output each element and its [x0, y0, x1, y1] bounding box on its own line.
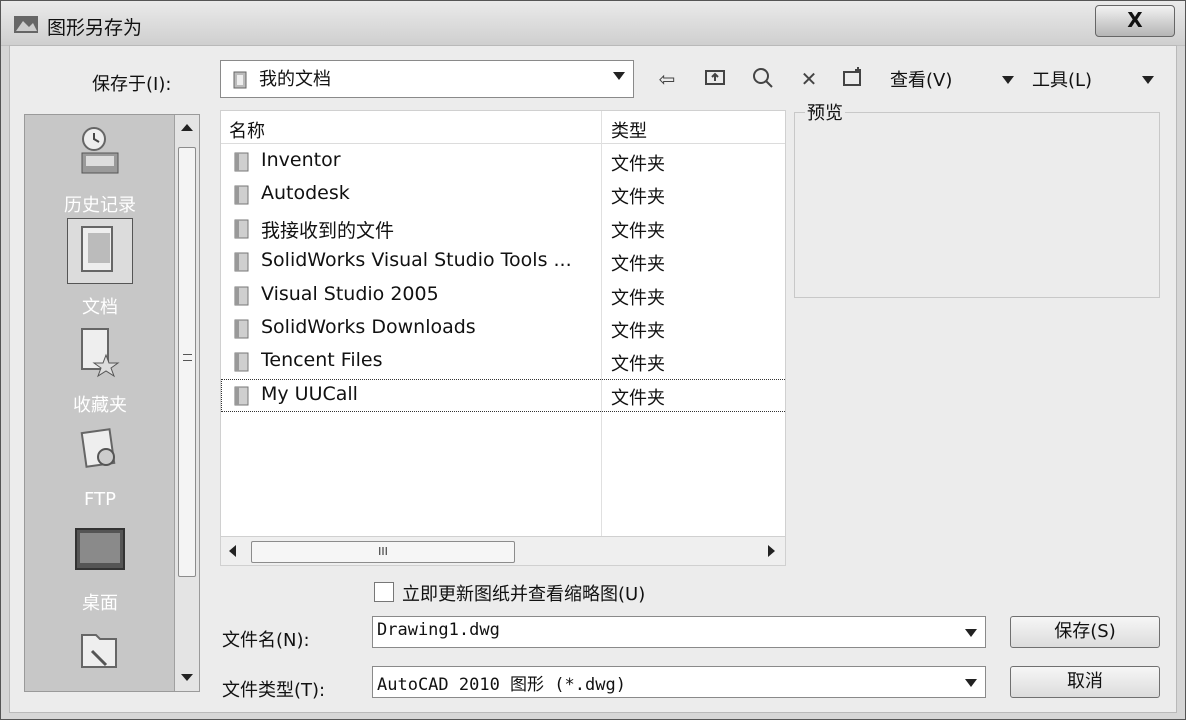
desktop-icon [75, 528, 125, 570]
places-bar: 历史记录 文档 收藏夹 FTP 桌面 [24, 114, 200, 692]
file-name: SolidWorks Downloads [261, 316, 476, 338]
list-item[interactable]: Autodesk 文件夹 [221, 178, 785, 211]
file-type: 文件夹 [611, 387, 665, 409]
place-history[interactable]: 历史记录 [25, 125, 175, 217]
file-name: Autodesk [261, 182, 350, 205]
file-type: 文件夹 [611, 187, 665, 209]
update-thumbnail-label: 立即更新图纸并查看缩略图(U) [402, 584, 646, 605]
file-name: Inventor [261, 149, 341, 171]
file-type: 文件夹 [611, 254, 665, 276]
file-name: SolidWorks Visual Studio Tools ... [261, 249, 572, 272]
file-name: My UUCall [261, 382, 358, 405]
place-ftp[interactable]: FTP [25, 423, 175, 510]
folder-icon [233, 71, 247, 89]
cancel-button[interactable]: 取消 [1010, 666, 1160, 698]
file-type: 文件夹 [611, 354, 665, 376]
scroll-left-icon[interactable] [229, 545, 236, 557]
place-desktop-label: 桌面 [82, 593, 118, 614]
new-folder-icon[interactable] [840, 66, 866, 92]
save-in-value: 我的文档 [259, 69, 331, 90]
places-scroll-thumb[interactable] [178, 147, 196, 577]
file-list-hscrollbar[interactable]: III [220, 536, 786, 566]
list-item[interactable]: Inventor 文件夹 [221, 145, 785, 178]
file-type: 文件夹 [611, 220, 665, 242]
dialog-title: 图形另存为 [47, 17, 143, 39]
folder-icon [234, 185, 249, 205]
filetype-value: AutoCAD 2010 图形 (*.dwg) [377, 675, 626, 695]
filename-chevron-down-icon[interactable] [965, 629, 977, 637]
grip-icon [183, 354, 192, 361]
folder-icon [234, 152, 249, 172]
update-thumbnail-checkbox[interactable] [374, 582, 394, 602]
place-ftp-label: FTP [84, 489, 116, 510]
back-icon[interactable]: ⇦ [654, 66, 680, 92]
search-web-icon[interactable] [750, 66, 776, 92]
title-bar: 图形另存为 X [1, 1, 1185, 46]
folder-icon [234, 286, 249, 306]
place-favorites-label: 收藏夹 [73, 395, 127, 416]
tools-menu[interactable]: 工具(L) [1032, 66, 1092, 92]
place-more[interactable] [25, 621, 175, 681]
preview-panel: 预览 [794, 99, 1160, 298]
file-list-header: 名称 类型 [221, 111, 785, 144]
place-favorites[interactable]: 收藏夹 [25, 325, 175, 417]
filetype-label: 文件类型(T): [222, 680, 326, 701]
column-name-header[interactable]: 名称 [229, 117, 265, 143]
folder-icon [234, 319, 249, 339]
history-icon [81, 127, 119, 174]
save-as-dialog: 图形另存为 X 保存于(I): 我的文档 ⇦ ✕ 查看(V) 工具(L) 历史记… [0, 0, 1186, 720]
place-documents-label: 文档 [82, 297, 118, 318]
folder-icon [234, 252, 249, 272]
save-in-dropdown[interactable]: 我的文档 [220, 60, 634, 98]
list-item[interactable]: Visual Studio 2005 文件夹 [221, 279, 785, 312]
hscroll-thumb[interactable]: III [251, 541, 515, 563]
preview-label: 预览 [805, 99, 845, 125]
file-list: 名称 类型 Inventor 文件夹 Autodesk 文件夹 我接收到的文件 文件夹 So… [220, 110, 786, 566]
scroll-right-icon[interactable] [768, 545, 775, 557]
folder-icon [234, 219, 249, 239]
list-item[interactable]: SolidWorks Visual Studio Tools ... 文件夹 [221, 245, 785, 278]
scroll-down-icon[interactable] [181, 674, 193, 681]
folder-tools-icon [81, 634, 117, 668]
file-type: 文件夹 [611, 154, 665, 175]
file-name: Tencent Files [261, 349, 383, 372]
file-type: 文件夹 [611, 287, 665, 309]
filetype-dropdown[interactable]: AutoCAD 2010 图形 (*.dwg) [372, 666, 986, 698]
views-menu[interactable]: 查看(V) [890, 66, 952, 92]
filename-label: 文件名(N): [222, 630, 310, 651]
place-documents[interactable]: 文档 [25, 218, 175, 319]
chevron-down-icon [613, 72, 625, 80]
documents-icon [67, 218, 133, 284]
scroll-up-icon[interactable] [181, 124, 193, 131]
close-button[interactable]: X [1095, 5, 1175, 37]
file-name: 我接收到的文件 [261, 219, 395, 242]
ftp-icon [80, 428, 116, 468]
delete-icon[interactable]: ✕ [796, 66, 822, 92]
app-icon [14, 16, 38, 33]
file-name: Visual Studio 2005 [261, 282, 439, 305]
places-scrollbar[interactable] [174, 115, 199, 691]
list-item[interactable]: 我接收到的文件 文件夹 [221, 212, 785, 245]
place-history-label: 历史记录 [64, 195, 136, 216]
file-type: 文件夹 [611, 321, 665, 342]
favorites-icon [81, 328, 120, 378]
list-item[interactable]: My UUCall 文件夹 [221, 378, 785, 412]
filename-input[interactable]: Drawing1.dwg [372, 616, 986, 648]
save-button[interactable]: 保存(S) [1010, 616, 1160, 648]
save-in-label: 保存于(I): [92, 74, 172, 95]
list-item[interactable]: Tencent Files 文件夹 [221, 345, 785, 378]
filename-value: Drawing1.dwg [377, 620, 500, 640]
list-item[interactable]: SolidWorks Downloads 文件夹 [221, 312, 785, 345]
dialog-body: 保存于(I): 我的文档 ⇦ ✕ 查看(V) 工具(L) 历史记录 文档 收藏夹… [9, 45, 1177, 713]
place-desktop[interactable]: 桌面 [25, 523, 175, 615]
filetype-chevron-down-icon[interactable] [965, 679, 977, 687]
folder-icon [234, 352, 249, 372]
views-chevron-down-icon[interactable] [1002, 76, 1014, 84]
tools-chevron-down-icon[interactable] [1142, 76, 1154, 84]
column-type-header[interactable]: 类型 [611, 117, 647, 143]
folder-icon [234, 386, 249, 406]
up-folder-icon[interactable] [702, 66, 728, 92]
